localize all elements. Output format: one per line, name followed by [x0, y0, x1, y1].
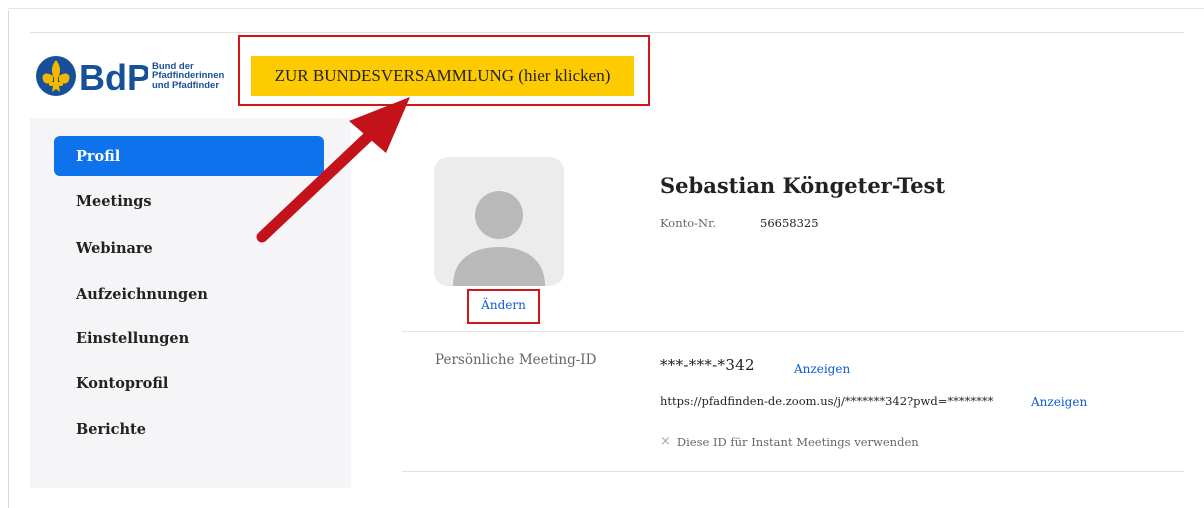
user-silhouette-icon: [453, 191, 545, 286]
sidebar: Profil Meetings Webinare Aufzeichnungen …: [30, 118, 351, 488]
logo-subtitle: Bund der Pfadfinderinnen und Pfadfinder: [152, 62, 224, 91]
sidebar-item-berichte[interactable]: Berichte: [54, 409, 324, 449]
section-divider-bottom: [402, 471, 1184, 472]
account-number-value: 56658325: [760, 216, 819, 230]
avatar[interactable]: [434, 157, 564, 286]
top-border: [8, 8, 1204, 9]
meeting-id-value: ***-***-*342: [660, 356, 755, 374]
x-icon: ×: [660, 434, 671, 449]
logo-brand-text: BdP: [79, 57, 148, 98]
section-divider: [402, 331, 1184, 332]
show-meeting-id-link[interactable]: Anzeigen: [794, 362, 850, 376]
sidebar-item-aufzeichnungen[interactable]: Aufzeichnungen: [54, 274, 324, 314]
sidebar-item-profil[interactable]: Profil: [54, 136, 324, 176]
change-avatar-link[interactable]: Ändern: [467, 289, 540, 320]
page-frame: BdP Bund der Pfadfinderinnen und Pfadfin…: [0, 0, 1204, 508]
instant-meeting-option: × Diese ID für Instant Meetings verwende…: [660, 434, 919, 449]
instant-meeting-label: Diese ID für Instant Meetings verwenden: [676, 434, 919, 449]
meeting-url-value: https://pfadfinden-de.zoom.us/j/*******3…: [660, 394, 994, 408]
account-number-label: Konto-Nr.: [660, 216, 716, 230]
lily-emblem-icon: BdP: [36, 56, 148, 98]
sidebar-item-einstellungen[interactable]: Einstellungen: [54, 318, 324, 358]
header-divider: [30, 32, 1184, 33]
logo-line-3: und Pfadfinder: [152, 79, 220, 91]
sidebar-item-webinare[interactable]: Webinare: [54, 228, 324, 268]
sidebar-item-meetings[interactable]: Meetings: [54, 181, 324, 221]
profile-name: Sebastian Köngeter-Test: [660, 173, 946, 198]
show-meeting-url-link[interactable]: Anzeigen: [1031, 395, 1087, 409]
left-border: [8, 10, 9, 508]
bdp-logo[interactable]: BdP Bund der Pfadfinderinnen und Pfadfin…: [34, 54, 224, 98]
bundesversammlung-banner-button[interactable]: ZUR BUNDESVERSAMMLUNG (hier klicken): [251, 56, 634, 96]
meeting-id-label: Persönliche Meeting-ID: [435, 352, 597, 368]
sidebar-item-kontoprofil[interactable]: Kontoprofil: [54, 363, 324, 403]
